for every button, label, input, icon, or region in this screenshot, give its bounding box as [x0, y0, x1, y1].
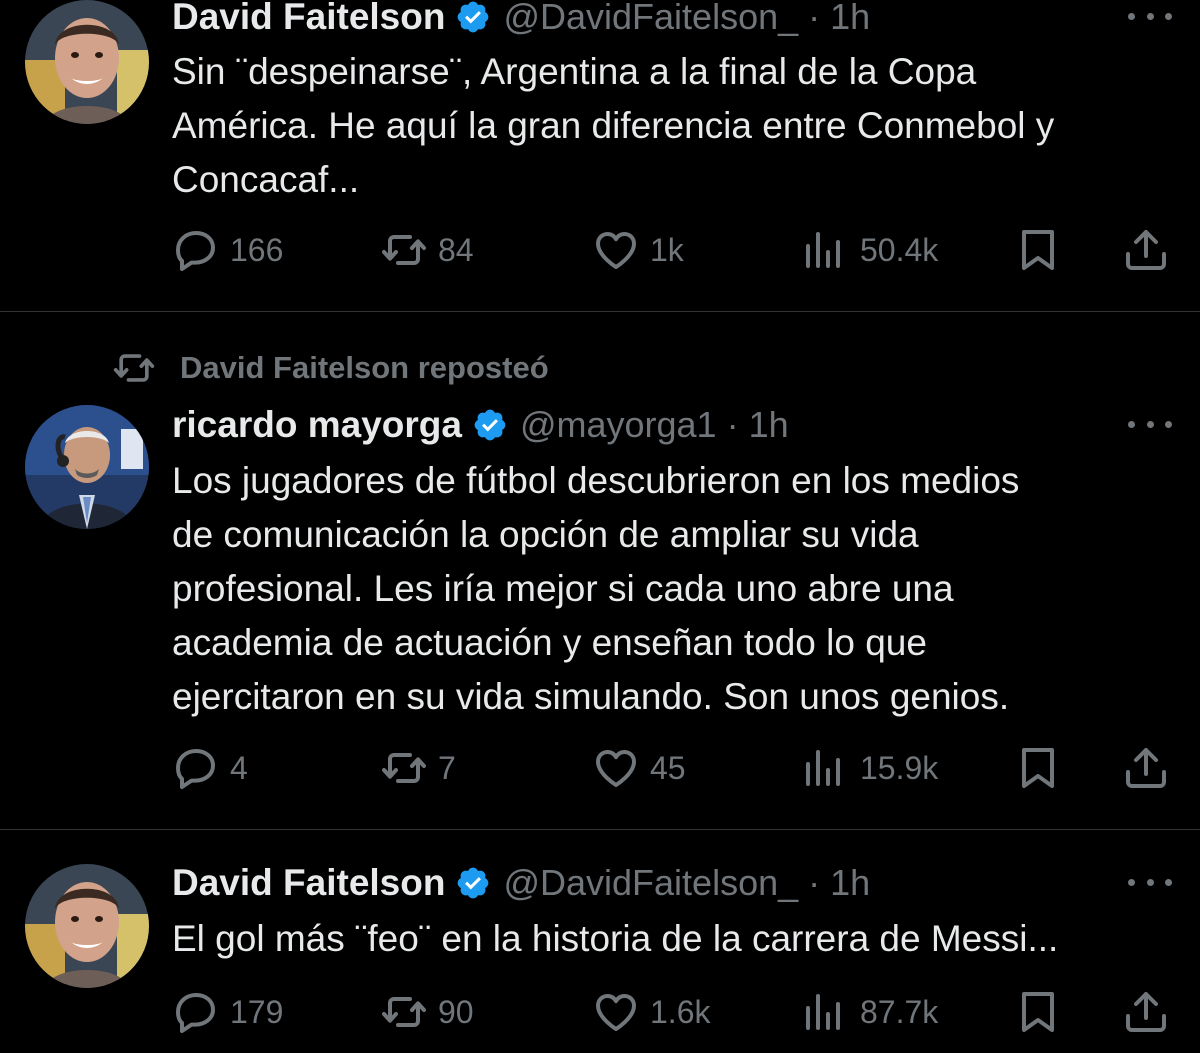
verified-badge-icon [455, 865, 491, 901]
views-icon [802, 988, 850, 1036]
repost-indicator[interactable]: David Faitelson reposteó [112, 346, 549, 390]
avatar-image [25, 405, 149, 529]
reply-count: 179 [230, 993, 284, 1030]
like-count: 45 [650, 749, 686, 786]
like-icon [592, 744, 640, 792]
reply-count: 4 [230, 749, 248, 786]
repost-count: 90 [438, 993, 474, 1030]
bookmark-button[interactable] [1014, 224, 1062, 276]
reply-button[interactable]: 4 [172, 742, 248, 794]
reply-button[interactable]: 179 [172, 986, 283, 1038]
share-button[interactable] [1122, 224, 1170, 276]
reply-icon [172, 226, 220, 274]
bookmark-button[interactable] [1014, 742, 1062, 794]
avatar[interactable] [25, 405, 149, 529]
repost-icon [112, 346, 156, 390]
tweet-text: Sin ¨despeinarse¨, Argentina a la final … [172, 51, 1055, 200]
tweet-actions: 179 90 1.6k 87.7k [172, 986, 1172, 1038]
verified-badge-icon [472, 407, 508, 443]
divider [0, 311, 1200, 312]
views-button[interactable]: 87.7k [802, 986, 938, 1038]
bookmark-icon [1014, 226, 1062, 274]
like-icon [592, 226, 640, 274]
reply-icon [172, 988, 220, 1036]
author-name[interactable]: ricardo mayorga [172, 404, 462, 446]
avatar-image [25, 864, 149, 988]
more-icon[interactable] [1128, 414, 1172, 434]
tweet-text: El gol más ¨feo¨ en la historia de la ca… [172, 918, 1059, 959]
share-icon [1122, 226, 1170, 274]
tweet-actions: 4 7 45 15.9k [172, 742, 1172, 794]
views-button[interactable]: 50.4k [802, 224, 938, 276]
divider [0, 829, 1200, 830]
reply-button[interactable]: 166 [172, 224, 283, 276]
view-count: 50.4k [860, 231, 939, 268]
share-button[interactable] [1122, 742, 1170, 794]
like-button[interactable]: 1k [592, 224, 684, 276]
tweet-header: ricardo mayorga @mayorga1 · 1h [172, 400, 789, 450]
view-count: 87.7k [860, 993, 939, 1030]
author-name[interactable]: David Faitelson [172, 862, 445, 904]
repost-button[interactable]: 84 [380, 224, 474, 276]
reply-icon [172, 744, 220, 792]
repost-icon [380, 988, 428, 1036]
avatar-image [25, 0, 149, 124]
like-count: 1k [650, 231, 684, 268]
author-handle[interactable]: @DavidFaitelson_ · 1h [503, 0, 870, 38]
views-icon [802, 226, 850, 274]
repost-icon [380, 744, 428, 792]
bookmark-icon [1014, 744, 1062, 792]
tweet-header: David Faitelson @DavidFaitelson_ · 1h [172, 0, 870, 42]
like-button[interactable]: 45 [592, 742, 686, 794]
author-handle[interactable]: @mayorga1 · 1h [520, 404, 789, 446]
tweet-header: David Faitelson @DavidFaitelson_ · 1h [172, 858, 870, 908]
like-button[interactable]: 1.6k [592, 986, 710, 1038]
repost-label: David Faitelson reposteó [180, 350, 549, 385]
author-name[interactable]: David Faitelson [172, 0, 445, 38]
verified-badge-icon [455, 0, 491, 35]
tweet-actions: 166 84 1k 50.4k [172, 224, 1172, 276]
repost-count: 7 [438, 749, 456, 786]
more-icon[interactable] [1128, 6, 1172, 26]
views-icon [802, 744, 850, 792]
like-count: 1.6k [650, 993, 711, 1030]
author-handle[interactable]: @DavidFaitelson_ · 1h [503, 862, 870, 904]
repost-button[interactable]: 90 [380, 986, 474, 1038]
share-icon [1122, 744, 1170, 792]
repost-count: 84 [438, 231, 474, 268]
bookmark-icon [1014, 988, 1062, 1036]
like-icon [592, 988, 640, 1036]
repost-icon [380, 226, 428, 274]
avatar[interactable] [25, 864, 149, 988]
views-button[interactable]: 15.9k [802, 742, 938, 794]
avatar[interactable] [25, 0, 149, 124]
tweet-text: Los jugadores de fútbol descubrieron en … [172, 460, 1020, 717]
share-icon [1122, 988, 1170, 1036]
view-count: 15.9k [860, 749, 939, 786]
reply-count: 166 [230, 231, 284, 268]
share-button[interactable] [1122, 986, 1170, 1038]
repost-button[interactable]: 7 [380, 742, 456, 794]
bookmark-button[interactable] [1014, 986, 1062, 1038]
more-icon[interactable] [1128, 872, 1172, 892]
